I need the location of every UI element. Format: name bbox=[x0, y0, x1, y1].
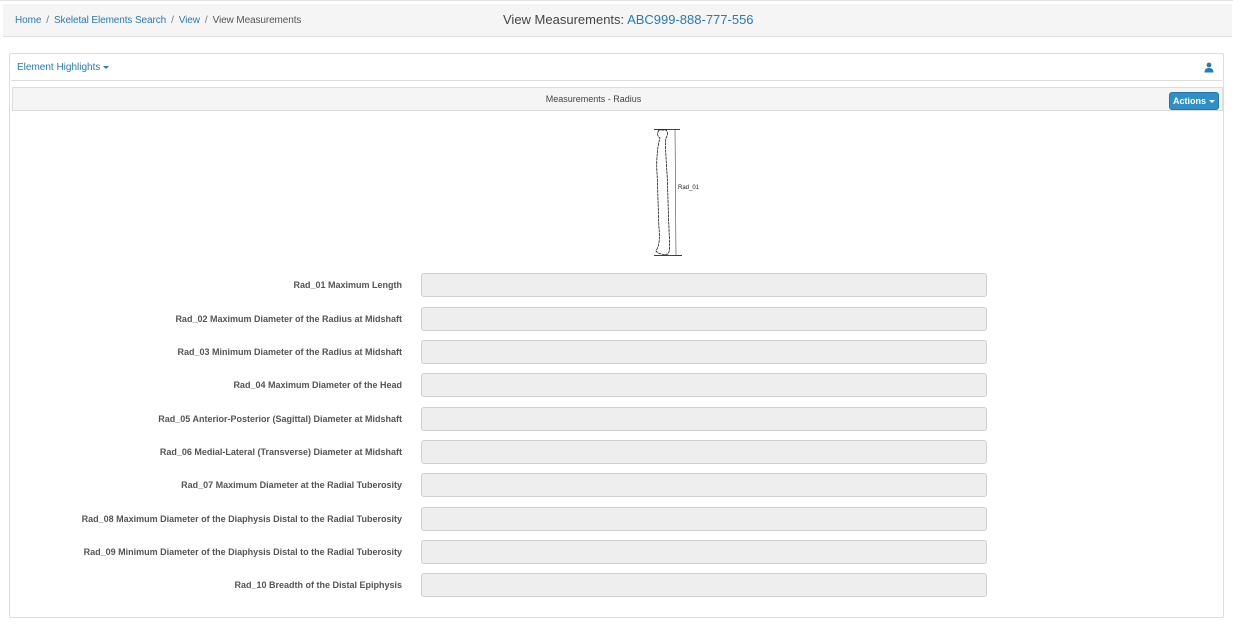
breadcrumb-skeletal-elements-search[interactable]: Skeletal Elements Search bbox=[54, 15, 166, 26]
page-header: Home / Skeletal Elements Search / View /… bbox=[3, 4, 1232, 37]
measurement-label: Rad_07 Maximum Diameter at the Radial Tu… bbox=[181, 480, 402, 490]
measurement-input[interactable] bbox=[421, 407, 987, 431]
measurement-label: Rad_01 Maximum Length bbox=[293, 280, 402, 290]
measurement-label: Rad_06 Medial-Lateral (Transverse) Diame… bbox=[159, 447, 402, 457]
measurement-input[interactable] bbox=[421, 340, 987, 364]
measurement-label: Rad_08 Maximum Diameter of the Diaphysis… bbox=[81, 514, 402, 524]
element-highlights-label: Element Highlights bbox=[17, 62, 101, 73]
measurement-input[interactable] bbox=[421, 540, 987, 564]
actions-label: Actions bbox=[1172, 96, 1206, 106]
panel-title: Measurements - Radius bbox=[545, 94, 642, 104]
figure-label: Rad_01 bbox=[678, 185, 700, 191]
measurement-label: Rad_02 Maximum Diameter of the Radius at… bbox=[175, 314, 402, 324]
breadcrumb-separator: / bbox=[171, 15, 174, 26]
measurement-input[interactable] bbox=[421, 573, 987, 597]
breadcrumb-home[interactable]: Home bbox=[15, 15, 41, 26]
measurement-label: Rad_04 Maximum Diameter of the Head bbox=[233, 380, 402, 390]
measurement-input[interactable] bbox=[421, 373, 987, 397]
element-highlights-dropdown[interactable]: Element Highlights bbox=[17, 62, 110, 73]
measurement-input[interactable] bbox=[421, 307, 987, 331]
breadcrumb-separator: / bbox=[46, 15, 49, 26]
breadcrumb-current: View Measurements bbox=[212, 15, 302, 26]
measurement-input[interactable] bbox=[421, 273, 987, 297]
measurement-label: Rad_05 Anterior-Posterior (Sagittal) Dia… bbox=[158, 414, 402, 424]
panel-header: Measurements - Radius Actions bbox=[12, 87, 1223, 111]
breadcrumb: Home / Skeletal Elements Search / View /… bbox=[15, 15, 301, 26]
top-border bbox=[0, 0, 1233, 3]
record-id: ABC999-888-777-556 bbox=[627, 12, 754, 27]
measurement-label: Rad_03 Minimum Diameter of the Radius at… bbox=[177, 347, 402, 357]
caret-down-icon bbox=[1209, 99, 1215, 103]
content-container: Element Highlights Measurements - Radius… bbox=[9, 53, 1224, 618]
breadcrumb-view[interactable]: View bbox=[179, 15, 200, 26]
actions-button[interactable]: Actions bbox=[1169, 92, 1219, 110]
user-icon[interactable] bbox=[1204, 62, 1214, 73]
page-title-prefix: View Measurements: bbox=[503, 12, 625, 27]
highlights-bar: Element Highlights bbox=[11, 55, 1222, 81]
radius-bone-diagram: Rad_01 bbox=[654, 129, 700, 256]
caret-down-icon bbox=[103, 66, 110, 69]
page-title: View Measurements: ABC999-888-777-556 bbox=[503, 12, 754, 27]
breadcrumb-separator: / bbox=[204, 15, 208, 26]
measurement-label: Rad_10 Breadth of the Distal Epiphysis bbox=[234, 580, 402, 590]
measurement-input[interactable] bbox=[421, 473, 987, 497]
measurement-input[interactable] bbox=[421, 507, 987, 531]
measurement-input[interactable] bbox=[421, 440, 987, 464]
measurement-label: Rad_09 Minimum Diameter of the Diaphysis… bbox=[83, 547, 402, 557]
